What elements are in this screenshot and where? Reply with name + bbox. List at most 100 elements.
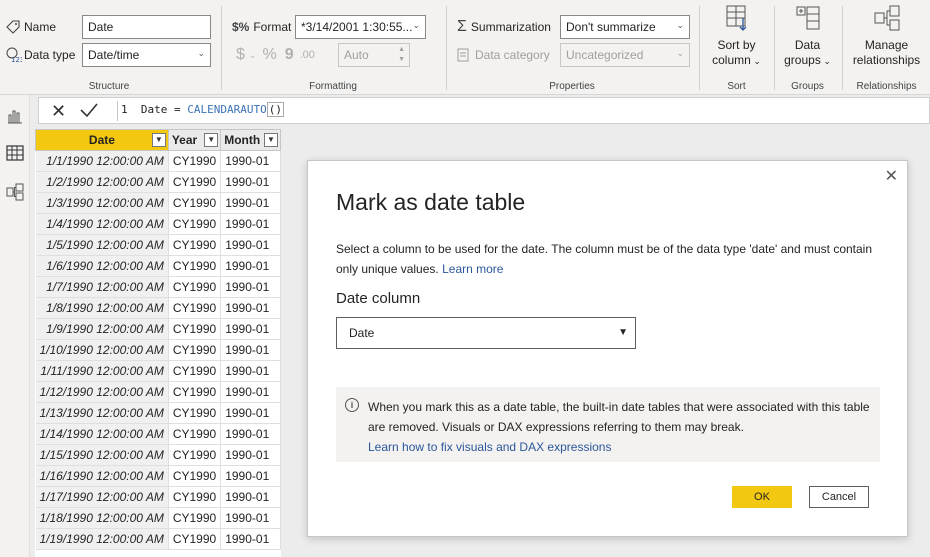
date-cell[interactable]: 1/13/1990 12:00:00 AM bbox=[35, 402, 169, 424]
filter-dropdown-icon[interactable]: ▼ bbox=[264, 133, 278, 147]
month-cell[interactable]: 1990-01 bbox=[220, 192, 281, 214]
sigma-icon: Σ bbox=[457, 18, 467, 35]
data-category-dropdown[interactable]: Uncategorized ⌄ bbox=[560, 43, 690, 67]
date-cell[interactable]: 1/19/1990 12:00:00 AM bbox=[35, 528, 169, 550]
date-cell[interactable]: 1/4/1990 12:00:00 AM bbox=[35, 213, 169, 235]
year-cell[interactable]: CY1990 bbox=[168, 465, 222, 487]
column-header-month[interactable]: Month ▼ bbox=[220, 129, 281, 151]
date-cell[interactable]: 1/14/1990 12:00:00 AM bbox=[35, 423, 169, 445]
formula-bar: ✕ 1 Date = CALENDARAUTO() bbox=[38, 97, 930, 124]
data-type-dropdown[interactable]: Date/time ⌄ bbox=[82, 43, 211, 67]
decimal-places-input[interactable]: Auto ▲ ▼ bbox=[338, 43, 410, 67]
percent-icon[interactable]: % bbox=[262, 46, 276, 64]
month-cell[interactable]: 1990-01 bbox=[220, 444, 281, 466]
column-header-date[interactable]: Date ▼ bbox=[35, 129, 169, 151]
month-cell[interactable]: 1990-01 bbox=[220, 339, 281, 361]
month-cell[interactable]: 1990-01 bbox=[220, 255, 281, 277]
year-cell[interactable]: CY1990 bbox=[168, 276, 222, 298]
year-cell[interactable]: CY1990 bbox=[168, 528, 222, 550]
close-icon[interactable]: ✕ bbox=[885, 166, 898, 186]
month-cell[interactable]: 1990-01 bbox=[220, 297, 281, 319]
year-cell[interactable]: CY1990 bbox=[168, 297, 222, 319]
date-cell[interactable]: 1/9/1990 12:00:00 AM bbox=[35, 318, 169, 340]
cancel-button[interactable]: Cancel bbox=[809, 486, 869, 508]
year-cell[interactable]: CY1990 bbox=[168, 150, 222, 172]
month-cell[interactable]: 1990-01 bbox=[220, 507, 281, 529]
year-cell[interactable]: CY1990 bbox=[168, 486, 222, 508]
date-cell[interactable]: 1/5/1990 12:00:00 AM bbox=[35, 234, 169, 256]
year-cell[interactable]: CY1990 bbox=[168, 402, 222, 424]
month-cell[interactable]: 1990-01 bbox=[220, 234, 281, 256]
month-cell[interactable]: 1990-01 bbox=[220, 171, 281, 193]
date-cell[interactable]: 1/6/1990 12:00:00 AM bbox=[35, 255, 169, 277]
year-cell[interactable]: CY1990 bbox=[168, 339, 222, 361]
year-cell[interactable]: CY1990 bbox=[168, 423, 222, 445]
date-cell[interactable]: 1/11/1990 12:00:00 AM bbox=[35, 360, 169, 382]
year-cell[interactable]: CY1990 bbox=[168, 255, 222, 277]
dialog-description: Select a column to be used for the date.… bbox=[336, 239, 884, 279]
date-cell[interactable]: 1/2/1990 12:00:00 AM bbox=[35, 171, 169, 193]
currency-icon[interactable]: $ bbox=[236, 46, 245, 64]
date-cell[interactable]: 1/15/1990 12:00:00 AM bbox=[35, 444, 169, 466]
date-cell[interactable]: 1/10/1990 12:00:00 AM bbox=[35, 339, 169, 361]
year-cell[interactable]: CY1990 bbox=[168, 234, 222, 256]
year-cell[interactable]: CY1990 bbox=[168, 213, 222, 235]
date-cell[interactable]: 1/16/1990 12:00:00 AM bbox=[35, 465, 169, 487]
year-cell[interactable]: CY1990 bbox=[168, 318, 222, 340]
month-cell[interactable]: 1990-01 bbox=[220, 423, 281, 445]
date-column-label: Date column bbox=[336, 290, 421, 307]
formula-input[interactable]: 1 Date = CALENDARAUTO() bbox=[121, 102, 284, 117]
learn-more-link[interactable]: Learn more bbox=[442, 262, 503, 276]
year-cell[interactable]: CY1990 bbox=[168, 381, 222, 403]
spinner-icon[interactable]: ▲ ▼ bbox=[398, 45, 405, 65]
manage-relationships-button[interactable]: Manage relationships bbox=[843, 4, 930, 68]
mark-as-date-table-dialog: ✕ Mark as date table Select a column to … bbox=[307, 160, 908, 537]
comma-icon[interactable]: 9 bbox=[285, 46, 294, 64]
month-cell[interactable]: 1990-01 bbox=[220, 381, 281, 403]
ok-button[interactable]: OK bbox=[732, 486, 792, 508]
cancel-formula-icon[interactable]: ✕ bbox=[51, 101, 66, 122]
date-cell[interactable]: 1/3/1990 12:00:00 AM bbox=[35, 192, 169, 214]
month-cell[interactable]: 1990-01 bbox=[220, 276, 281, 298]
date-cell[interactable]: 1/8/1990 12:00:00 AM bbox=[35, 297, 169, 319]
month-cell[interactable]: 1990-01 bbox=[220, 360, 281, 382]
year-cell[interactable]: CY1990 bbox=[168, 360, 222, 382]
commit-formula-icon[interactable] bbox=[79, 100, 99, 123]
table-row: 1/3/1990 12:00:00 AM CY1990 1990-01 bbox=[35, 192, 281, 214]
filter-dropdown-icon[interactable]: ▼ bbox=[151, 133, 166, 147]
month-cell[interactable]: 1990-01 bbox=[220, 465, 281, 487]
date-cell[interactable]: 1/1/1990 12:00:00 AM bbox=[35, 150, 169, 172]
year-cell[interactable]: CY1990 bbox=[168, 171, 222, 193]
date-cell[interactable]: 1/17/1990 12:00:00 AM bbox=[35, 486, 169, 508]
month-cell[interactable]: 1990-01 bbox=[220, 402, 281, 424]
year-cell[interactable]: CY1990 bbox=[168, 444, 222, 466]
year-cell[interactable]: CY1990 bbox=[168, 507, 222, 529]
month-cell[interactable]: 1990-01 bbox=[220, 318, 281, 340]
date-cell[interactable]: 1/12/1990 12:00:00 AM bbox=[35, 381, 169, 403]
month-cell[interactable]: 1990-01 bbox=[220, 528, 281, 550]
data-view-icon[interactable] bbox=[6, 144, 24, 162]
month-cell[interactable]: 1990-01 bbox=[220, 150, 281, 172]
date-column-dropdown[interactable]: Date ▼ bbox=[336, 317, 636, 349]
table-row: 1/4/1990 12:00:00 AM CY1990 1990-01 bbox=[35, 213, 281, 235]
format-dropdown[interactable]: *3/14/2001 1:30:55... ⌄ bbox=[295, 15, 426, 39]
info-icon: i bbox=[345, 398, 359, 412]
table-row: 1/2/1990 12:00:00 AM CY1990 1990-01 bbox=[35, 171, 281, 193]
month-cell[interactable]: 1990-01 bbox=[220, 213, 281, 235]
month-cell[interactable]: 1990-01 bbox=[220, 486, 281, 508]
model-view-icon[interactable] bbox=[6, 183, 24, 201]
decimals-icon: .00 bbox=[299, 49, 315, 61]
date-cell[interactable]: 1/18/1990 12:00:00 AM bbox=[35, 507, 169, 529]
year-cell[interactable]: CY1990 bbox=[168, 192, 222, 214]
summarization-dropdown[interactable]: Don't summarize ⌄ bbox=[560, 15, 690, 39]
name-input[interactable]: Date bbox=[82, 15, 211, 39]
data-groups-button[interactable]: Data groups ⌄ bbox=[775, 4, 840, 69]
data-type-label: Data type bbox=[24, 48, 76, 62]
report-view-icon[interactable] bbox=[6, 107, 24, 125]
filter-dropdown-icon[interactable]: ▼ bbox=[204, 133, 219, 147]
fix-visuals-link[interactable]: Learn how to fix visuals and DAX express… bbox=[368, 440, 611, 454]
date-cell[interactable]: 1/7/1990 12:00:00 AM bbox=[35, 276, 169, 298]
table-row: 1/18/1990 12:00:00 AM CY1990 1990-01 bbox=[35, 507, 281, 529]
column-header-year[interactable]: Year ▼ bbox=[167, 129, 222, 151]
sort-by-column-button[interactable]: Sort by column ⌄ bbox=[700, 4, 773, 69]
